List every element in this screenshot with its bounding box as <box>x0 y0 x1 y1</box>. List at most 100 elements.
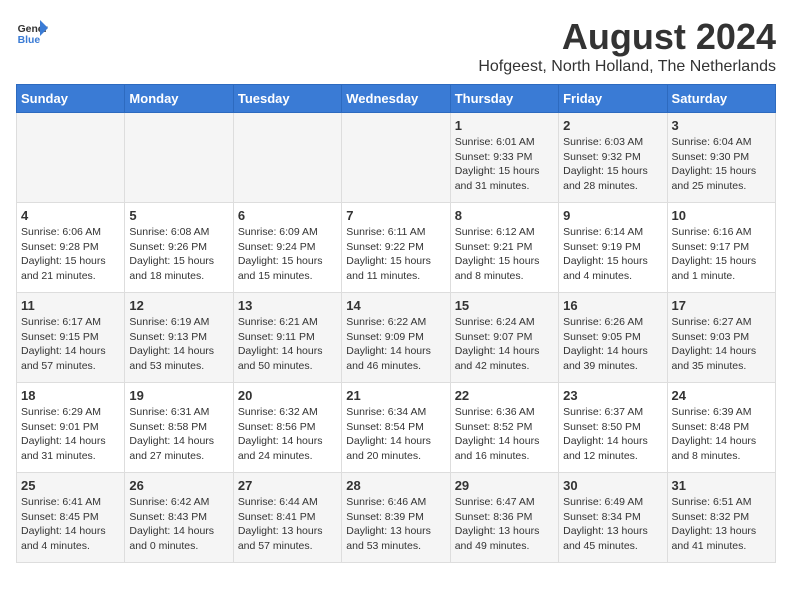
calendar-cell: 16 Sunrise: 6:26 AM Sunset: 9:05 PM Dayli… <box>559 293 667 383</box>
day-info: Sunrise: 6:24 AM Sunset: 9:07 PM Dayligh… <box>455 315 554 374</box>
calendar-cell: 13 Sunrise: 6:21 AM Sunset: 9:11 PM Dayli… <box>233 293 341 383</box>
day-info: Sunrise: 6:03 AM Sunset: 9:32 PM Dayligh… <box>563 135 662 194</box>
calendar-cell: 31 Sunrise: 6:51 AM Sunset: 8:32 PM Dayli… <box>667 473 775 563</box>
day-number: 27 <box>238 478 337 493</box>
calendar-cell: 9 Sunrise: 6:14 AM Sunset: 9:19 PM Daylig… <box>559 203 667 293</box>
day-number: 25 <box>21 478 120 493</box>
day-number: 19 <box>129 388 228 403</box>
day-info: Sunrise: 6:46 AM Sunset: 8:39 PM Dayligh… <box>346 495 445 554</box>
day-info: Sunrise: 6:39 AM Sunset: 8:48 PM Dayligh… <box>672 405 771 464</box>
day-number: 21 <box>346 388 445 403</box>
day-info: Sunrise: 6:09 AM Sunset: 9:24 PM Dayligh… <box>238 225 337 284</box>
calendar-cell: 18Sunrise: 6:29 AM Sunset: 9:01 PM Dayli… <box>17 383 125 473</box>
day-number: 13 <box>238 298 337 313</box>
week-row-0: 1 Sunrise: 6:01 AM Sunset: 9:33 PM Daylig… <box>17 113 776 203</box>
week-row-4: 25 Sunrise: 6:41 AM Sunset: 8:45 PM Dayli… <box>17 473 776 563</box>
svg-text:Blue: Blue <box>18 35 41 46</box>
day-number: 30 <box>563 478 662 493</box>
day-info: Sunrise: 6:27 AM Sunset: 9:03 PM Dayligh… <box>672 315 771 374</box>
calendar-cell: 2 Sunrise: 6:03 AM Sunset: 9:32 PM Daylig… <box>559 113 667 203</box>
day-number: 28 <box>346 478 445 493</box>
day-header-saturday: Saturday <box>667 85 775 113</box>
day-number: 31 <box>672 478 771 493</box>
day-number: 14 <box>346 298 445 313</box>
logo-icon: General Blue <box>16 16 48 48</box>
day-info: Sunrise: 6:14 AM Sunset: 9:19 PM Dayligh… <box>563 225 662 284</box>
calendar-cell: 12 Sunrise: 6:19 AM Sunset: 9:13 PM Dayli… <box>125 293 233 383</box>
calendar-cell: 14 Sunrise: 6:22 AM Sunset: 9:09 PM Dayli… <box>342 293 450 383</box>
day-number: 9 <box>563 208 662 223</box>
day-info: Sunrise: 6:34 AM Sunset: 8:54 PM Dayligh… <box>346 405 445 464</box>
day-number: 16 <box>563 298 662 313</box>
calendar-cell: 29Sunrise: 6:47 AM Sunset: 8:36 PM Dayli… <box>450 473 558 563</box>
day-info: Sunrise: 6:51 AM Sunset: 8:32 PM Dayligh… <box>672 495 771 554</box>
calendar-cell: 30 Sunrise: 6:49 AM Sunset: 8:34 PM Dayli… <box>559 473 667 563</box>
day-number: 6 <box>238 208 337 223</box>
subtitle: Hofgeest, North Holland, The Netherlands <box>478 58 776 76</box>
header-row: SundayMondayTuesdayWednesdayThursdayFrid… <box>17 85 776 113</box>
calendar-cell <box>342 113 450 203</box>
day-info: Sunrise: 6:31 AM Sunset: 8:58 PM Dayligh… <box>129 405 228 464</box>
day-header-friday: Friday <box>559 85 667 113</box>
day-number: 7 <box>346 208 445 223</box>
title-section: August 2024 Hofgeest, North Holland, The… <box>478 16 776 76</box>
calendar-cell: 5Sunrise: 6:08 AM Sunset: 9:26 PM Daylig… <box>125 203 233 293</box>
calendar-cell <box>17 113 125 203</box>
calendar-cell: 11Sunrise: 6:17 AM Sunset: 9:15 PM Dayli… <box>17 293 125 383</box>
day-info: Sunrise: 6:41 AM Sunset: 8:45 PM Dayligh… <box>21 495 120 554</box>
calendar-cell: 25 Sunrise: 6:41 AM Sunset: 8:45 PM Dayli… <box>17 473 125 563</box>
calendar-cell: 23 Sunrise: 6:37 AM Sunset: 8:50 PM Dayli… <box>559 383 667 473</box>
calendar-cell: 10 Sunrise: 6:16 AM Sunset: 9:17 PM Dayli… <box>667 203 775 293</box>
calendar-cell: 7Sunrise: 6:11 AM Sunset: 9:22 PM Daylig… <box>342 203 450 293</box>
calendar-cell: 3 Sunrise: 6:04 AM Sunset: 9:30 PM Daylig… <box>667 113 775 203</box>
calendar-cell: 17Sunrise: 6:27 AM Sunset: 9:03 PM Dayli… <box>667 293 775 383</box>
day-info: Sunrise: 6:44 AM Sunset: 8:41 PM Dayligh… <box>238 495 337 554</box>
day-info: Sunrise: 6:42 AM Sunset: 8:43 PM Dayligh… <box>129 495 228 554</box>
day-number: 24 <box>672 388 771 403</box>
day-info: Sunrise: 6:47 AM Sunset: 8:36 PM Dayligh… <box>455 495 554 554</box>
day-number: 23 <box>563 388 662 403</box>
day-info: Sunrise: 6:32 AM Sunset: 8:56 PM Dayligh… <box>238 405 337 464</box>
day-number: 20 <box>238 388 337 403</box>
calendar-cell <box>233 113 341 203</box>
calendar-cell: 1 Sunrise: 6:01 AM Sunset: 9:33 PM Daylig… <box>450 113 558 203</box>
day-header-thursday: Thursday <box>450 85 558 113</box>
day-info: Sunrise: 6:22 AM Sunset: 9:09 PM Dayligh… <box>346 315 445 374</box>
header: General Blue August 2024 Hofgeest, North… <box>16 16 776 76</box>
day-number: 10 <box>672 208 771 223</box>
day-number: 12 <box>129 298 228 313</box>
calendar-cell: 8 Sunrise: 6:12 AM Sunset: 9:21 PM Daylig… <box>450 203 558 293</box>
day-info: Sunrise: 6:16 AM Sunset: 9:17 PM Dayligh… <box>672 225 771 284</box>
day-info: Sunrise: 6:19 AM Sunset: 9:13 PM Dayligh… <box>129 315 228 374</box>
week-row-2: 11Sunrise: 6:17 AM Sunset: 9:15 PM Dayli… <box>17 293 776 383</box>
day-number: 3 <box>672 118 771 133</box>
day-header-sunday: Sunday <box>17 85 125 113</box>
day-info: Sunrise: 6:12 AM Sunset: 9:21 PM Dayligh… <box>455 225 554 284</box>
day-number: 22 <box>455 388 554 403</box>
day-number: 1 <box>455 118 554 133</box>
day-header-tuesday: Tuesday <box>233 85 341 113</box>
calendar-cell: 24 Sunrise: 6:39 AM Sunset: 8:48 PM Dayli… <box>667 383 775 473</box>
calendar-cell: 27 Sunrise: 6:44 AM Sunset: 8:41 PM Dayli… <box>233 473 341 563</box>
day-info: Sunrise: 6:08 AM Sunset: 9:26 PM Dayligh… <box>129 225 228 284</box>
logo: General Blue <box>16 16 48 48</box>
day-header-wednesday: Wednesday <box>342 85 450 113</box>
day-info: Sunrise: 6:01 AM Sunset: 9:33 PM Dayligh… <box>455 135 554 194</box>
calendar-cell <box>125 113 233 203</box>
day-info: Sunrise: 6:37 AM Sunset: 8:50 PM Dayligh… <box>563 405 662 464</box>
day-number: 8 <box>455 208 554 223</box>
day-number: 15 <box>455 298 554 313</box>
day-number: 2 <box>563 118 662 133</box>
day-number: 11 <box>21 298 120 313</box>
main-title: August 2024 <box>478 16 776 58</box>
week-row-1: 4Sunrise: 6:06 AM Sunset: 9:28 PM Daylig… <box>17 203 776 293</box>
calendar-cell: 21 Sunrise: 6:34 AM Sunset: 8:54 PM Dayli… <box>342 383 450 473</box>
calendar-cell: 28 Sunrise: 6:46 AM Sunset: 8:39 PM Dayli… <box>342 473 450 563</box>
day-info: Sunrise: 6:49 AM Sunset: 8:34 PM Dayligh… <box>563 495 662 554</box>
calendar-cell: 22Sunrise: 6:36 AM Sunset: 8:52 PM Dayli… <box>450 383 558 473</box>
day-info: Sunrise: 6:21 AM Sunset: 9:11 PM Dayligh… <box>238 315 337 374</box>
calendar-cell: 26Sunrise: 6:42 AM Sunset: 8:43 PM Dayli… <box>125 473 233 563</box>
calendar-cell: 6 Sunrise: 6:09 AM Sunset: 9:24 PM Daylig… <box>233 203 341 293</box>
day-info: Sunrise: 6:04 AM Sunset: 9:30 PM Dayligh… <box>672 135 771 194</box>
day-info: Sunrise: 6:26 AM Sunset: 9:05 PM Dayligh… <box>563 315 662 374</box>
